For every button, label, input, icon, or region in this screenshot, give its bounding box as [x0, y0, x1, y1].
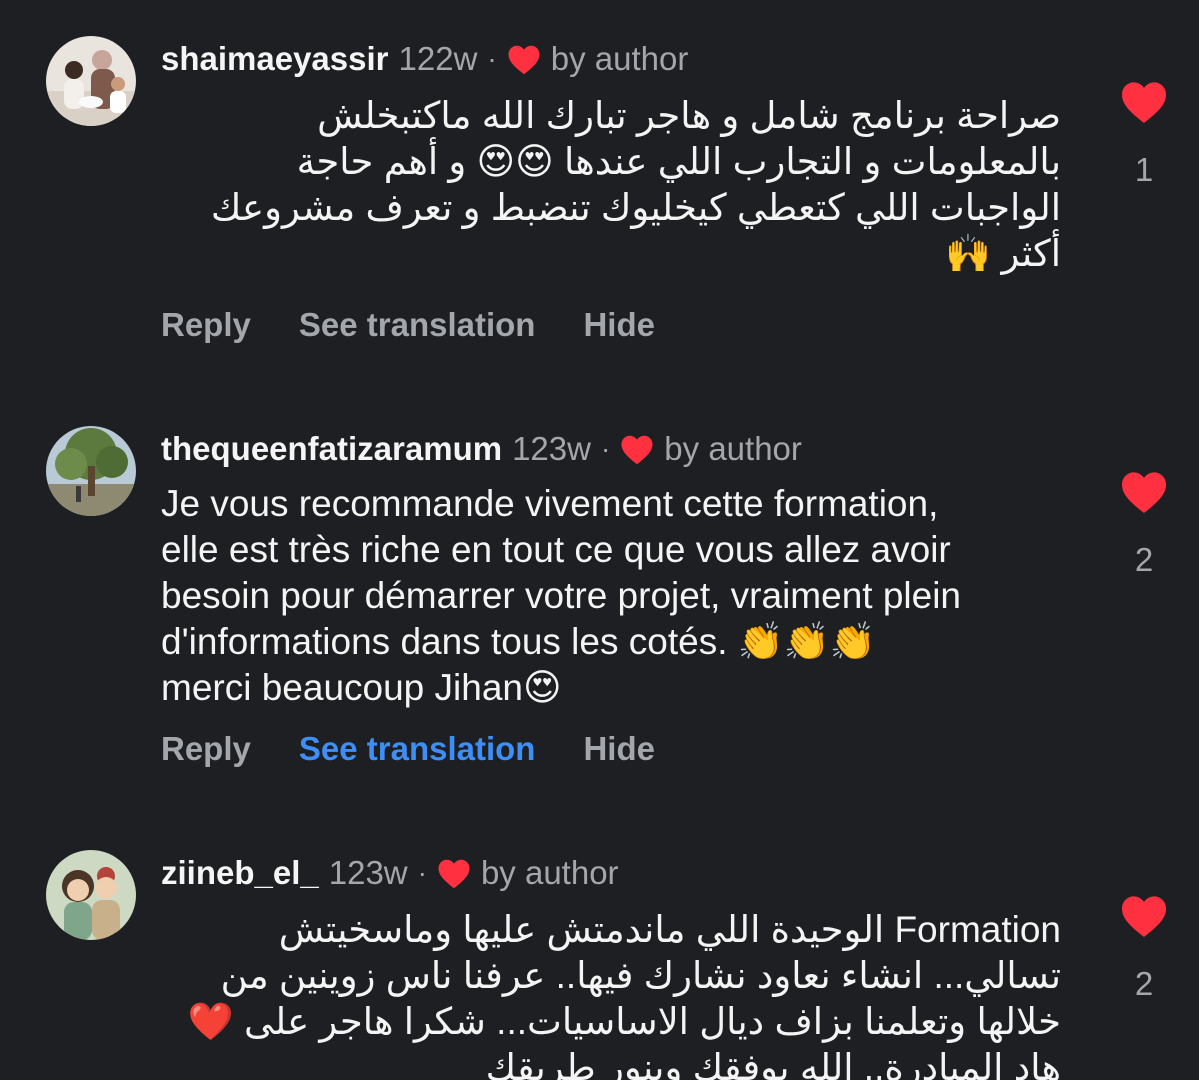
- avatar[interactable]: [46, 850, 136, 940]
- comment-line: d'informations dans tous les cotés. 👏👏👏: [161, 621, 876, 662]
- comment-line: صراحة برنامج شامل و هاجر تبارك الله ماكت…: [317, 95, 1061, 136]
- comment-line: elle est très riche en tout ce que vous …: [161, 529, 951, 570]
- comment-time: 122w: [398, 40, 478, 77]
- family-photo-avatar-icon: [46, 36, 136, 126]
- heart-icon: [621, 435, 653, 464]
- like-button[interactable]: [1118, 470, 1170, 514]
- illustrated-couple-avatar-icon: [46, 850, 136, 940]
- like-button[interactable]: [1118, 894, 1170, 938]
- heart-filled-icon: [1122, 82, 1166, 123]
- comment-line: besoin pour démarrer votre projet, vraim…: [161, 575, 961, 616]
- heart-icon: [438, 859, 470, 888]
- see-translation-button[interactable]: See translation: [299, 306, 536, 344]
- heart-filled-icon: [1122, 472, 1166, 513]
- like-button[interactable]: [1118, 80, 1170, 124]
- like-count: 2: [1134, 541, 1154, 578]
- comment-time: 123w: [328, 854, 408, 891]
- liked-by-author-label: by author: [664, 430, 802, 467]
- comment-item: thequeenfatizaramum 123w · by author Je …: [0, 426, 1199, 806]
- hide-button[interactable]: Hide: [583, 730, 655, 768]
- reply-button[interactable]: Reply: [161, 306, 251, 344]
- comment-line: بالمعلومات و التجارب اللي عندها 😍😍 و أهم…: [296, 141, 1061, 182]
- comment-line: أكثر 🙌: [945, 233, 1061, 274]
- like-count: 2: [1134, 965, 1154, 1002]
- comment-meta: ziineb_el_ 123w · by author: [161, 850, 619, 896]
- comment-item: shaimaeyassir 122w · by author صراحة برن…: [0, 36, 1199, 396]
- separator-dot: ·: [417, 857, 427, 888]
- comments-list: shaimaeyassir 122w · by author صراحة برن…: [0, 0, 1199, 1080]
- comment-meta: thequeenfatizaramum 123w · by author: [161, 426, 802, 472]
- avatar[interactable]: [46, 426, 136, 516]
- hide-button[interactable]: Hide: [583, 306, 655, 344]
- liked-by-author-label: by author: [480, 854, 619, 891]
- comment-meta: shaimaeyassir 122w · by author: [161, 36, 688, 82]
- comment-line: خلالها وتعلمنا بزاف ديال الاساسيات... شك…: [187, 1001, 1061, 1042]
- comment-line: هاد المبادرة.. الله يوفقك وينور طريقك: [485, 1047, 1061, 1080]
- see-translation-button[interactable]: See translation: [299, 730, 536, 768]
- comment-item: ziineb_el_ 123w · by author Formation ال…: [0, 850, 1199, 1080]
- comment-actions: Reply See translation Hide: [161, 305, 655, 345]
- separator-dot: ·: [600, 433, 611, 464]
- heart-icon: [508, 45, 540, 74]
- comment-text: صراحة برنامج شامل و هاجر تبارك الله ماكت…: [161, 93, 1061, 277]
- comment-line: merci beaucoup Jihan😍: [161, 667, 562, 708]
- comment-time: 123w: [512, 430, 591, 467]
- avatar[interactable]: [46, 36, 136, 126]
- separator-dot: ·: [487, 43, 497, 74]
- comment-line: الواجبات اللي كتعطي كيخليوك تنضبط و تعرف…: [210, 187, 1061, 228]
- username[interactable]: thequeenfatizaramum: [161, 430, 502, 468]
- comment-actions: Reply See translation Hide: [161, 729, 655, 769]
- liked-by-author-label: by author: [550, 40, 689, 77]
- username[interactable]: shaimaeyassir: [161, 40, 389, 78]
- comment-line: Formation الوحيدة اللي ماندمتش عليها وما…: [278, 909, 1061, 950]
- username[interactable]: ziineb_el_: [161, 854, 319, 892]
- comment-text: Formation الوحيدة اللي ماندمتش عليها وما…: [161, 907, 1061, 1080]
- like-count: 1: [1134, 151, 1154, 188]
- comment-line: تسالي... انشاء نعاود نشارك فيها.. عرفنا …: [220, 955, 1061, 996]
- comment-line: Je vous recommande vivement cette format…: [161, 483, 939, 524]
- reply-button[interactable]: Reply: [161, 730, 251, 768]
- comment-text: Je vous recommande vivement cette format…: [161, 481, 1061, 711]
- heart-filled-icon: [1122, 896, 1166, 937]
- tree-landscape-avatar-icon: [46, 426, 136, 516]
